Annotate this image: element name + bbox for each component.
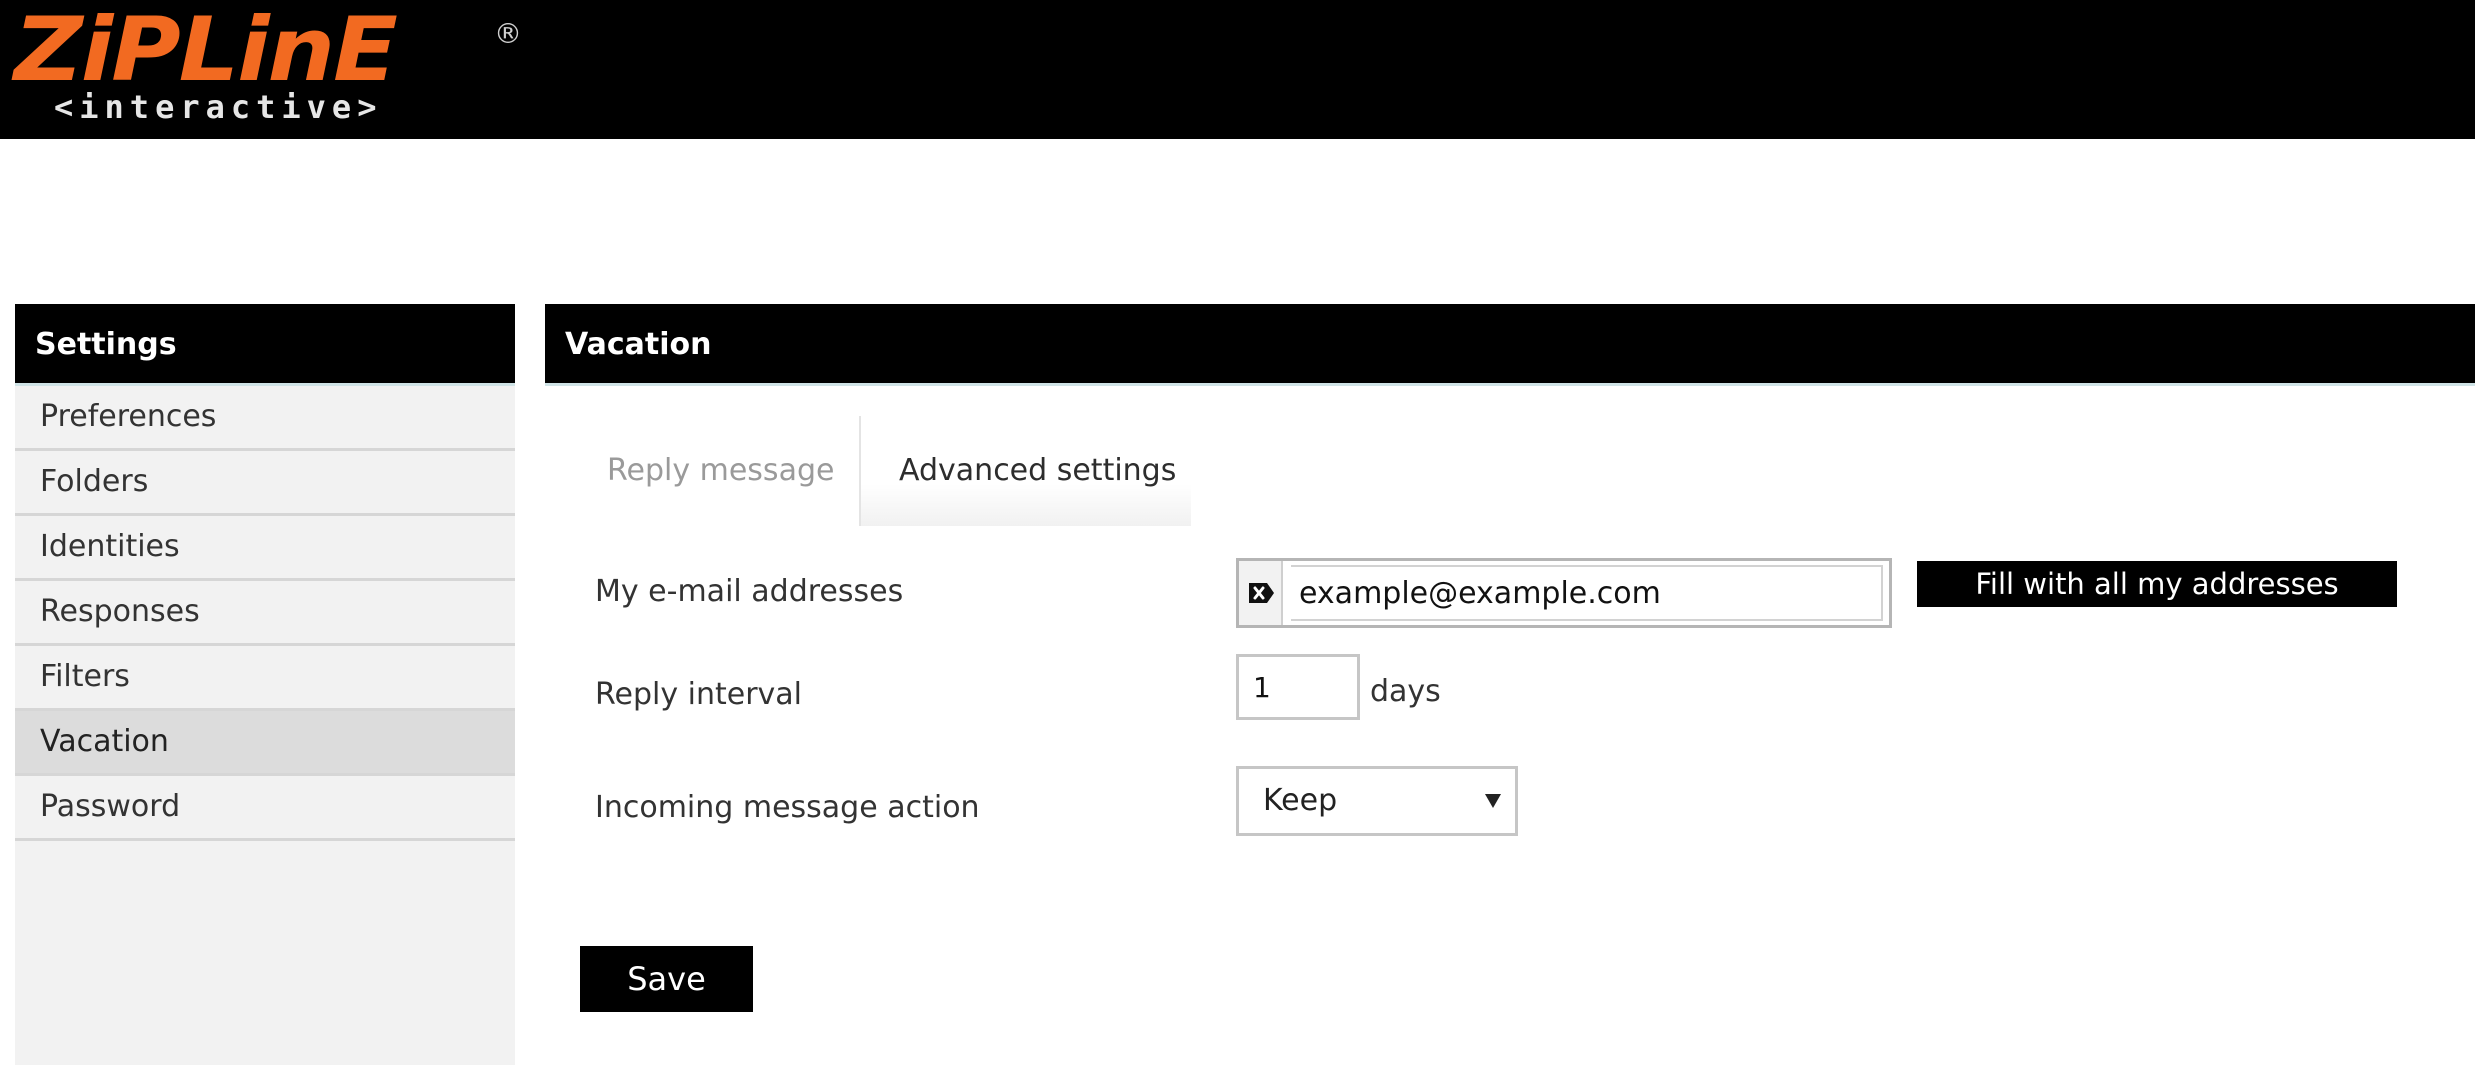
addresses-label: My e-mail addresses [595, 574, 904, 609]
zipline-logo[interactable]: ZiPLinE ® <interactive> [14, 0, 534, 130]
tab-advanced-settings[interactable]: Advanced settings [859, 416, 1191, 526]
sidebar-item-preferences[interactable]: Preferences [15, 386, 515, 451]
registered-mark: ® [494, 17, 522, 50]
delete-address-button[interactable] [1239, 561, 1283, 625]
dropdown-arrow-icon [1485, 794, 1501, 808]
top-banner: ZiPLinE ® <interactive> [0, 0, 2475, 139]
addresses-field [1236, 558, 1892, 628]
reply-interval-input[interactable] [1236, 654, 1360, 720]
tab-reply-message[interactable]: Reply message [581, 416, 859, 526]
sidebar-item-vacation[interactable]: Vacation [15, 711, 515, 776]
incoming-action-label: Incoming message action [595, 790, 980, 825]
incoming-action-select[interactable]: Keep [1236, 766, 1518, 836]
fill-all-addresses-button[interactable]: Fill with all my addresses [1917, 561, 2397, 607]
sidebar-item-password[interactable]: Password [15, 776, 515, 841]
logo-wordmark: ZiPLinE [14, 0, 398, 101]
sidebar-item-filters[interactable]: Filters [15, 646, 515, 711]
logo-tagline: <interactive> [54, 88, 383, 126]
delete-address-icon [1249, 583, 1274, 603]
page-title: Vacation [545, 304, 2475, 386]
reply-interval-unit: days [1370, 674, 1441, 709]
sidebar-item-folders[interactable]: Folders [15, 451, 515, 516]
sidebar-item-responses[interactable]: Responses [15, 581, 515, 646]
vacation-panel: Vacation Reply message Advanced settings… [545, 304, 2475, 1065]
sidebar-item-identities[interactable]: Identities [15, 516, 515, 581]
settings-sidebar: Settings Preferences Folders Identities … [15, 304, 515, 1065]
sidebar-title: Settings [15, 304, 515, 386]
reply-interval-label: Reply interval [595, 677, 802, 712]
incoming-action-value: Keep [1263, 783, 1338, 818]
address-input[interactable] [1291, 565, 1883, 621]
save-button[interactable]: Save [580, 946, 753, 1012]
